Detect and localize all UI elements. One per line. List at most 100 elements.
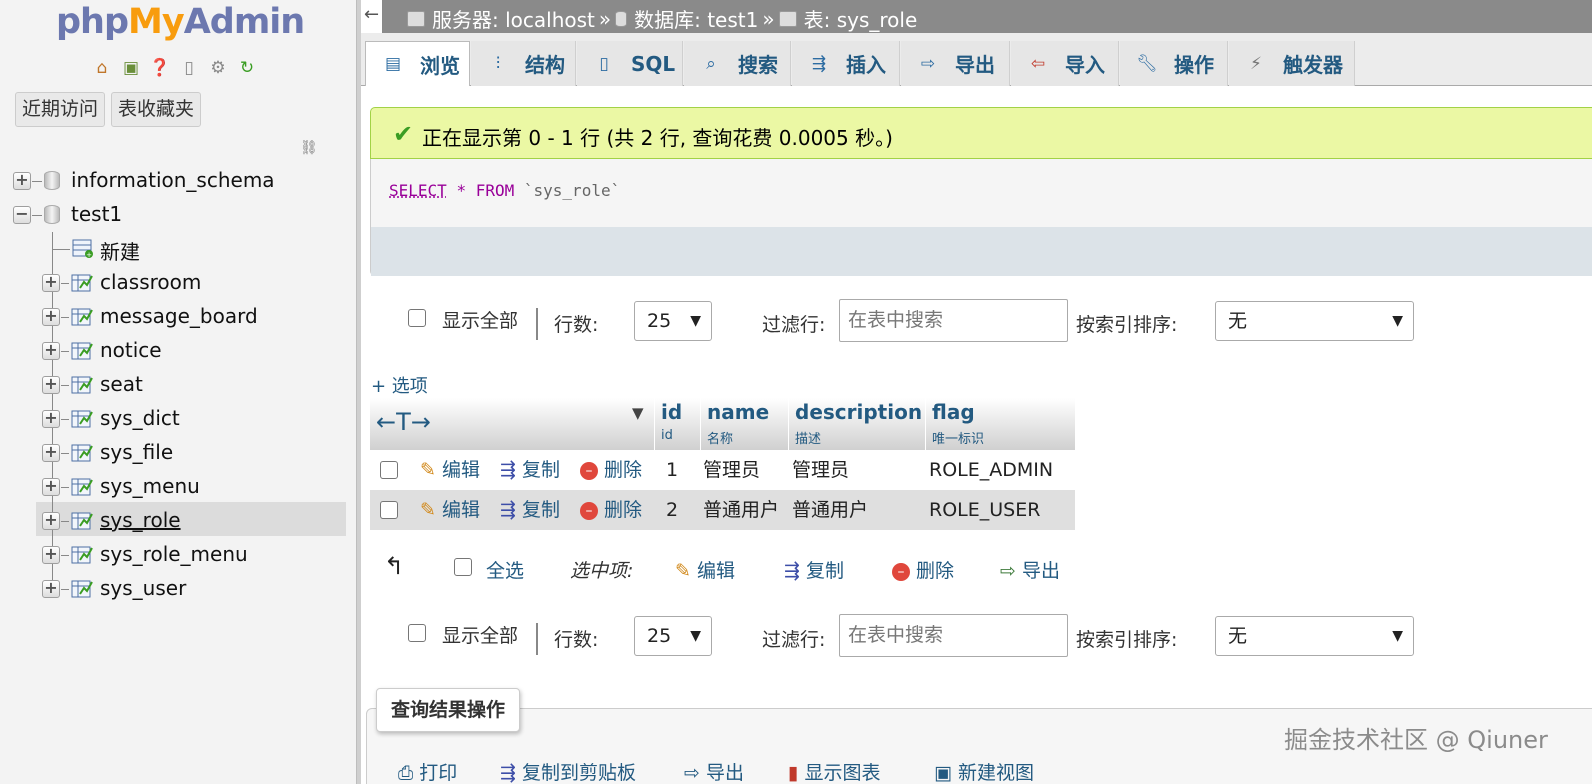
bulk-edit-button[interactable]: ✎ 编辑 — [675, 556, 735, 583]
breadcrumb-table[interactable]: 表: sys_role — [804, 4, 918, 33]
new-table-link[interactable]: 新建 — [100, 236, 140, 265]
row-checkbox[interactable] — [380, 501, 398, 519]
expand-table-icon[interactable]: + — [42, 342, 60, 360]
table-structure-icon[interactable] — [71, 273, 93, 293]
sidebar-item-notice[interactable]: notice — [100, 338, 162, 362]
sidebar-item-message-board[interactable]: message_board — [100, 304, 258, 328]
tab-sql[interactable]: ▯ SQL — [577, 41, 683, 86]
column-header-id[interactable]: id id — [654, 398, 700, 454]
db-information-schema[interactable]: information_schema — [71, 168, 275, 192]
expand-information-schema-icon[interactable]: + — [13, 172, 31, 190]
bulk-delete-button[interactable]: – 删除 — [892, 556, 954, 583]
sidebar-item-classroom[interactable]: classroom — [100, 270, 201, 294]
print-link[interactable]: ⎙ 打印 — [398, 758, 457, 784]
breadcrumb-database[interactable]: 数据库: test1 — [634, 4, 758, 33]
cell-flag[interactable]: ROLE_USER — [929, 490, 1040, 530]
column-name[interactable]: name — [707, 400, 769, 424]
table-structure-icon[interactable] — [71, 409, 93, 429]
table-structure-icon[interactable] — [71, 477, 93, 497]
sidebar-item-sys-dict[interactable]: sys_dict — [100, 406, 180, 430]
row-copy-link[interactable]: ⇶ 复制 — [500, 450, 560, 490]
expand-table-icon[interactable]: + — [42, 410, 60, 428]
sidebar-item-sys-role[interactable]: sys_role — [100, 508, 181, 532]
table-structure-icon[interactable] — [71, 443, 93, 463]
cell-name[interactable]: 管理员 — [703, 450, 760, 490]
sidebar-item-sys-user[interactable]: sys_user — [100, 576, 186, 600]
show-all-label[interactable]: 显示全部 — [442, 306, 518, 333]
tab-structure[interactable]: ⫶ 结构 — [471, 41, 576, 86]
table-structure-icon[interactable] — [71, 341, 93, 361]
tab-export[interactable]: ⇨ 导出 — [901, 41, 1010, 86]
expand-table-icon[interactable]: + — [42, 376, 60, 394]
create-view-link[interactable]: ▣ 新建视图 — [934, 758, 1034, 784]
copy-to-clipboard-link[interactable]: ⇶ 复制到剪贴板 — [500, 758, 636, 784]
column-name[interactable]: description — [795, 400, 922, 424]
sort-dropdown-icon[interactable]: ▼ — [632, 404, 644, 422]
column-header-flag[interactable]: flag 唯一标识 — [925, 398, 1075, 454]
display-chart-link[interactable]: ▮ 显示图表 — [788, 758, 881, 784]
link-with-main-icon[interactable]: ⛓ — [300, 140, 322, 154]
rows-select[interactable]: 25 ▼ — [634, 616, 712, 656]
sort-by-key-select[interactable]: 无 ▼ — [1215, 616, 1414, 656]
sidebar-item-sys-menu[interactable]: sys_menu — [100, 474, 200, 498]
bulk-export-button[interactable]: ⇨ 导出 — [1000, 556, 1060, 583]
settings-gear-icon[interactable]: ⚙ — [206, 56, 230, 80]
tab-search[interactable]: ⌕ 搜索 — [684, 41, 791, 86]
select-all-checkbox[interactable] — [454, 558, 472, 576]
expand-table-icon[interactable]: + — [42, 308, 60, 326]
row-checkbox[interactable] — [380, 461, 398, 479]
favorites-button[interactable]: 表收藏夹 — [111, 92, 201, 127]
table-structure-icon[interactable] — [71, 545, 93, 565]
options-link[interactable]: + 选项 — [371, 372, 428, 398]
docs-icon[interactable]: ▯ — [177, 56, 201, 80]
filter-rows-input[interactable]: 在表中搜索 — [839, 299, 1068, 342]
row-copy-link[interactable]: ⇶ 复制 — [500, 490, 560, 530]
column-arrows-icon[interactable]: ←T→ — [376, 408, 431, 436]
recent-button[interactable]: 近期访问 — [15, 92, 105, 127]
expand-table-icon[interactable]: + — [42, 580, 60, 598]
tab-browse[interactable]: ▤ 浏览 — [365, 41, 470, 86]
column-name[interactable]: flag — [932, 400, 975, 424]
reload-icon[interactable]: ↻ — [235, 56, 259, 80]
expand-table-icon[interactable]: + — [42, 274, 60, 292]
row-edit-link[interactable]: ✎ 编辑 — [420, 450, 480, 490]
show-all-checkbox[interactable] — [408, 624, 426, 642]
sql-query-text[interactable]: SELECT * FROM `sys_role` — [389, 181, 620, 200]
table-structure-icon[interactable] — [71, 307, 93, 327]
export-link[interactable]: ⇨ 导出 — [684, 758, 744, 784]
column-name[interactable]: id — [661, 400, 682, 424]
expand-table-icon[interactable]: + — [42, 546, 60, 564]
logout-icon[interactable]: ▣ — [119, 56, 143, 80]
help-icon[interactable]: ❓ — [148, 56, 172, 80]
sort-by-key-select[interactable]: 无 ▼ — [1215, 301, 1414, 341]
column-header-description[interactable]: description 描述 — [788, 398, 925, 454]
cell-id[interactable]: 2 — [666, 490, 678, 530]
cell-name[interactable]: 普通用户 — [703, 490, 779, 530]
cell-id[interactable]: 1 — [666, 450, 678, 490]
sidebar-item-sys-file[interactable]: sys_file — [100, 440, 173, 464]
sidebar-item-sys-role-menu[interactable]: sys_role_menu — [100, 542, 248, 566]
expand-table-icon[interactable]: + — [42, 512, 60, 530]
select-all-link[interactable]: 全选 — [486, 556, 524, 583]
row-edit-link[interactable]: ✎ 编辑 — [420, 490, 480, 530]
cell-description[interactable]: 管理员 — [792, 450, 849, 490]
tab-triggers[interactable]: ⚡︎ 触发器 — [1229, 41, 1355, 86]
collapse-test1-icon[interactable]: − — [13, 206, 31, 224]
table-structure-icon[interactable] — [71, 579, 93, 599]
collapse-nav-arrow-icon[interactable]: ← — [361, 0, 383, 33]
sidebar-item-seat[interactable]: seat — [100, 372, 143, 396]
column-header-name[interactable]: name 名称 — [700, 398, 788, 454]
sql-keyword[interactable]: SELECT — [389, 181, 447, 200]
phpmyadmin-logo[interactable]: phpMyAdmin — [56, 0, 304, 44]
table-structure-icon[interactable] — [71, 511, 93, 531]
home-icon[interactable]: ⌂ — [90, 56, 114, 80]
filter-rows-input[interactable]: 在表中搜索 — [839, 614, 1068, 657]
expand-table-icon[interactable]: + — [42, 478, 60, 496]
row-delete-link[interactable]: – 删除 — [580, 490, 642, 530]
tab-insert[interactable]: ⇶ 插入 — [792, 41, 900, 86]
cell-description[interactable]: 普通用户 — [792, 490, 868, 530]
db-test1[interactable]: test1 — [71, 202, 122, 226]
panel-splitter[interactable] — [356, 0, 361, 784]
show-all-checkbox[interactable] — [408, 309, 426, 327]
bulk-copy-button[interactable]: ⇶ 复制 — [784, 556, 844, 583]
